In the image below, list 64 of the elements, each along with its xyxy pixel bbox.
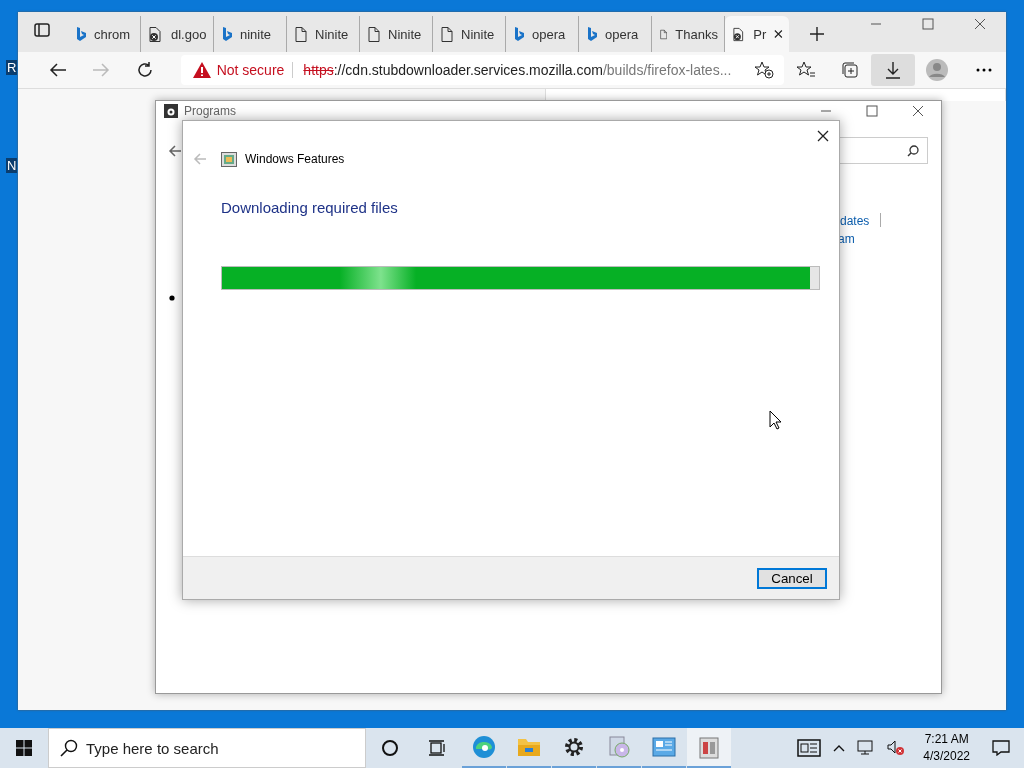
page-icon — [295, 26, 307, 42]
dialog-title: Windows Features — [245, 152, 345, 166]
volume-muted-icon[interactable] — [887, 740, 906, 756]
maximize-icon[interactable] — [866, 105, 878, 117]
downloads-button[interactable] — [871, 54, 915, 86]
profile-avatar[interactable] — [925, 59, 948, 81]
close-icon[interactable] — [912, 105, 924, 117]
installer-icon — [698, 735, 720, 759]
tab-actions-icon[interactable] — [34, 22, 50, 38]
collections-icon[interactable] — [840, 61, 859, 79]
bing-icon — [587, 26, 597, 42]
close-icon[interactable] — [974, 18, 986, 30]
folder-icon — [517, 736, 541, 758]
programs-icon — [164, 104, 178, 118]
link[interactable]: dates — [840, 214, 870, 228]
close-icon[interactable] — [774, 29, 783, 39]
bing-icon — [76, 26, 86, 42]
search-field[interactable]: Type here to search — [48, 728, 366, 768]
address-bar[interactable]: Not secure https://cdn.stubdownloader.services.mozilla.com/builds/firefox-lates... — [180, 55, 785, 85]
url-path: /builds/firefox-lates... — [602, 62, 732, 78]
windows-start-icon[interactable] — [16, 740, 32, 756]
cortana-icon[interactable] — [381, 739, 399, 757]
desktop-icon-label: R — [6, 60, 18, 75]
back-arrow-icon[interactable] — [48, 62, 67, 78]
chevron-up-icon[interactable] — [833, 744, 846, 752]
bullet-icon — [169, 295, 175, 301]
cancel-button[interactable]: Cancel — [757, 567, 827, 589]
clock-time: 7:21 AM — [924, 731, 969, 748]
desktop-icon-label: N — [6, 158, 18, 173]
page-icon — [368, 26, 380, 42]
search-icon — [907, 144, 919, 157]
close-icon[interactable] — [817, 130, 829, 142]
bing-icon — [514, 26, 524, 42]
clock[interactable]: 7:21 AM 4/3/2022 — [917, 731, 976, 765]
windows-features-icon — [221, 151, 237, 167]
favorites-icon[interactable] — [796, 61, 817, 79]
more-icon[interactable] — [976, 68, 993, 72]
url-scheme: https — [303, 62, 334, 78]
task-view-icon[interactable] — [428, 740, 448, 756]
news-icon[interactable] — [797, 739, 822, 757]
add-favorite-icon[interactable] — [754, 61, 775, 79]
security-warning[interactable]: Not secure — [216, 62, 285, 78]
new-tab-icon[interactable] — [809, 26, 825, 42]
mouse-pointer-icon — [769, 410, 783, 430]
search-icon — [60, 739, 78, 757]
network-icon[interactable] — [857, 740, 876, 756]
window-title: Programs — [184, 104, 236, 118]
warning-icon — [192, 62, 211, 78]
control-panel-icon — [652, 736, 676, 758]
bing-icon — [222, 26, 232, 42]
disc-icon — [607, 735, 631, 759]
blocked-page-icon — [149, 26, 163, 42]
browser-tab[interactable]: Pr — [725, 16, 789, 52]
url-host: ://cdn.stubdownloader.services.mozilla.com — [333, 62, 603, 78]
refresh-icon[interactable] — [135, 61, 154, 79]
notifications-icon[interactable] — [992, 740, 1010, 756]
page-icon — [441, 26, 453, 42]
download-icon — [885, 61, 902, 79]
gear-icon — [563, 736, 585, 758]
browser-icon — [472, 735, 496, 759]
dialog-heading: Downloading required files — [221, 199, 399, 216]
maximize-icon[interactable] — [922, 18, 934, 30]
clock-date: 4/3/2022 — [923, 748, 970, 765]
blocked-page-icon — [733, 26, 746, 42]
